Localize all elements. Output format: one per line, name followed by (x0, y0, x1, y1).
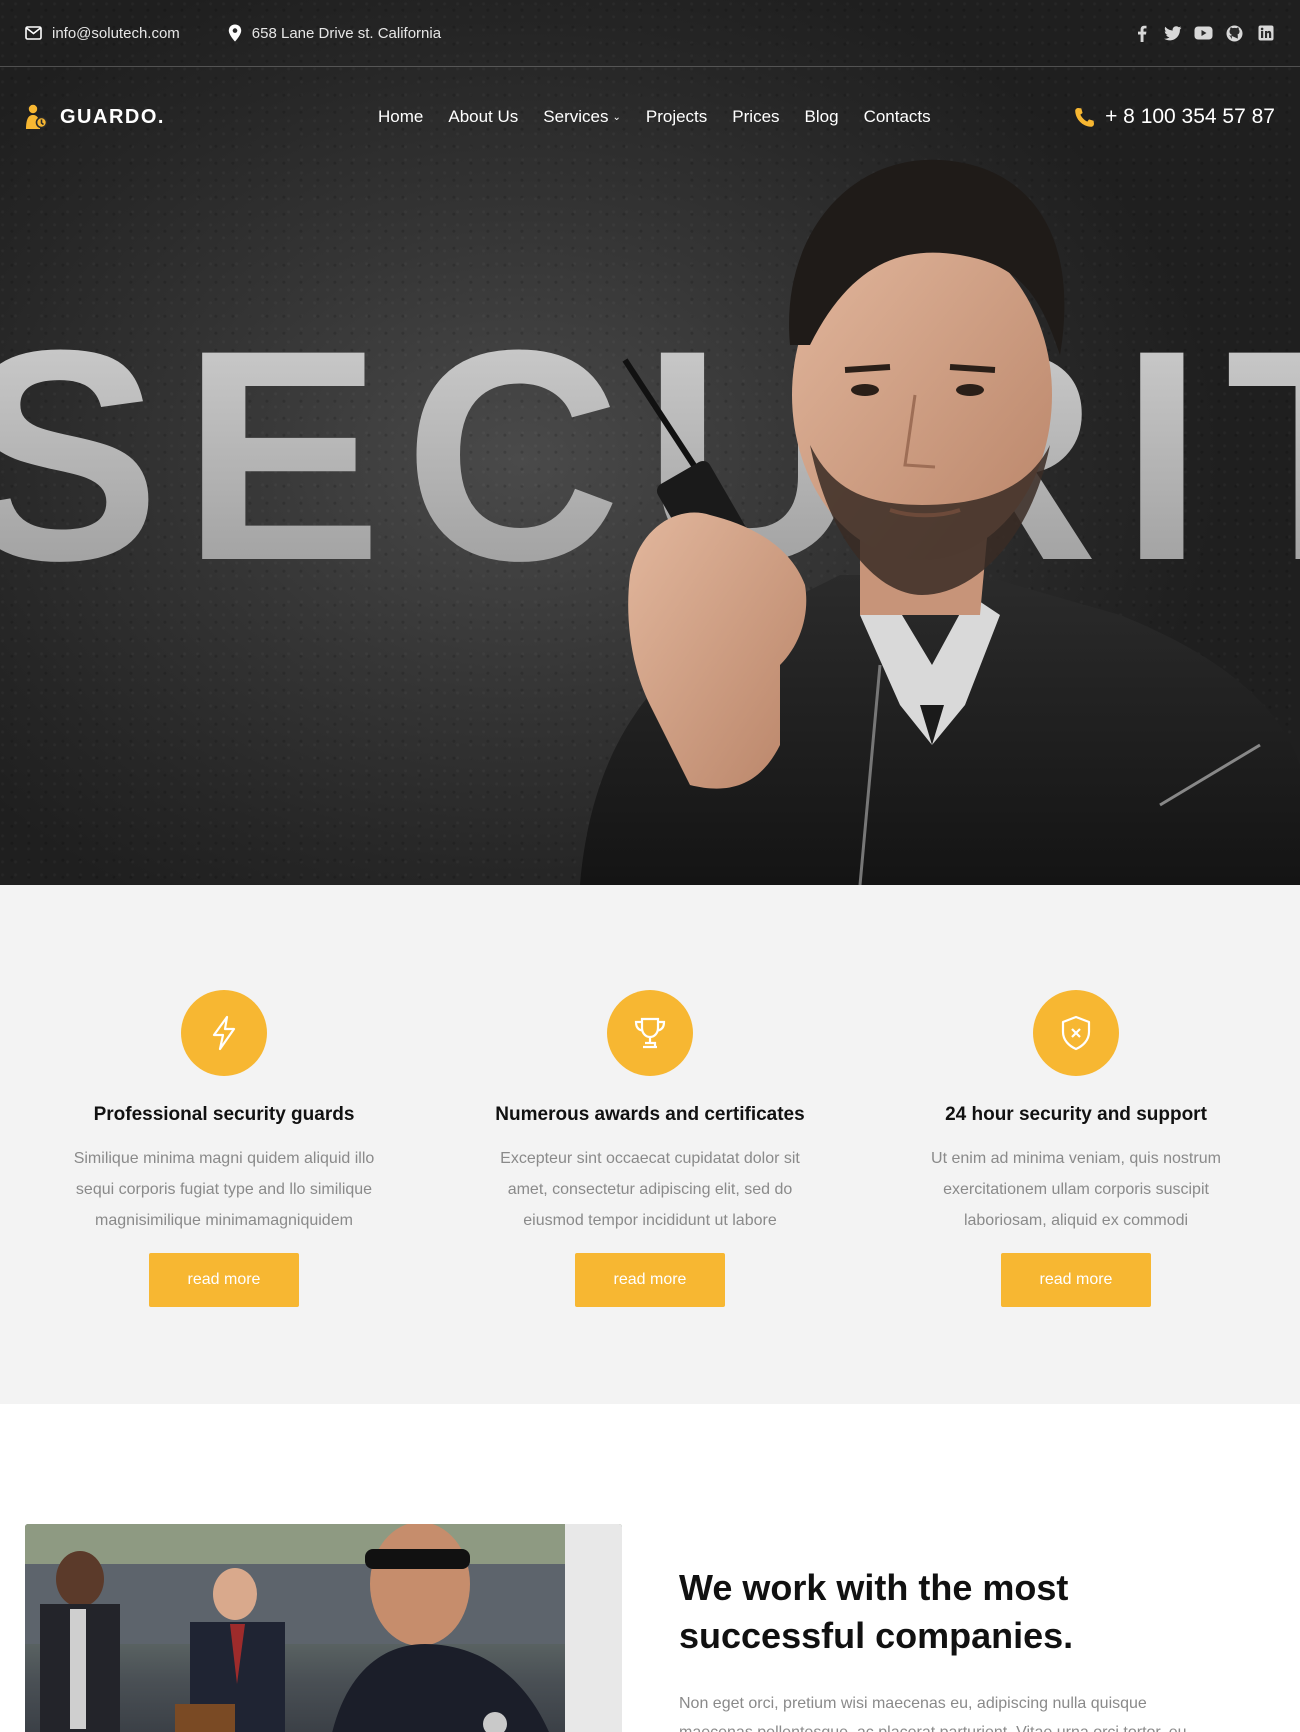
address-text: 658 Lane Drive st. California (251, 24, 442, 42)
feature-title: Numerous awards and certificates (495, 1104, 805, 1125)
twitter-icon[interactable] (1163, 24, 1182, 43)
nav-services-label: Services (543, 107, 609, 126)
nav-home[interactable]: Home (378, 107, 423, 127)
nav-services[interactable]: Services ⌄ (543, 107, 621, 127)
feature-text: Similique minima magni quidem aliquid il… (73, 1150, 375, 1229)
feature-icon-circle (1033, 990, 1119, 1076)
trophy-icon (634, 1017, 666, 1049)
feature-card: 24 hour security and support Ut enim ad … (876, 990, 1276, 1307)
email-text: info@solutech.com (52, 24, 180, 42)
read-more-button[interactable]: read more (575, 1253, 725, 1307)
github-icon[interactable] (1225, 24, 1244, 43)
linkedin-icon[interactable] (1256, 24, 1275, 43)
youtube-icon[interactable] (1194, 24, 1213, 43)
brand-logo[interactable]: GUARDO. (25, 104, 165, 130)
feature-title: Professional security guards (93, 1104, 355, 1125)
read-more-button[interactable]: read more (1001, 1253, 1151, 1307)
about-text: Non eget orci, pretium wisi maecenas eu,… (679, 1695, 1187, 1732)
chevron-down-icon: ⌄ (612, 111, 621, 123)
feature-card: Numerous awards and certificates Excepte… (450, 990, 850, 1307)
main-navbar: GUARDO. Home About Us Services ⌄ Projects… (0, 67, 1300, 167)
logo-text: GUARDO. (60, 105, 165, 128)
about-section: We work with the most successful compani… (0, 1404, 1300, 1732)
read-more-button[interactable]: read more (149, 1253, 299, 1307)
nav-about-us[interactable]: About Us (448, 107, 518, 127)
phone-icon (1075, 107, 1095, 127)
social-links (1132, 24, 1275, 43)
feature-text: Excepteur sint occaecat cupidatat dolor … (500, 1150, 800, 1229)
nav-projects[interactable]: Projects (646, 107, 707, 127)
feature-card: Professional security guards Similique m… (24, 990, 424, 1307)
feature-icon-circle (607, 990, 693, 1076)
shield-icon (1061, 1015, 1091, 1051)
location-pin-icon (228, 24, 241, 42)
email-contact[interactable]: info@solutech.com (25, 25, 180, 42)
about-heading: We work with the most successful compani… (679, 1567, 1074, 1656)
bodyguards-photo (25, 1524, 622, 1732)
nav-blog[interactable]: Blog (805, 107, 839, 127)
nav-contacts[interactable]: Contacts (864, 107, 931, 127)
nav-prices[interactable]: Prices (732, 107, 779, 127)
features-section: Professional security guards Similique m… (0, 885, 1300, 1404)
lightning-icon (212, 1015, 236, 1051)
top-bar: info@solutech.com 658 Lane Drive st. Cal… (0, 0, 1300, 67)
mail-icon (25, 26, 42, 40)
about-photo (25, 1524, 622, 1732)
hero-section: info@solutech.com 658 Lane Drive st. Cal… (0, 0, 1300, 885)
phone-number: + 8 100 354 57 87 (1105, 105, 1275, 128)
main-menu: Home About Us Services ⌄ Projects Prices … (378, 67, 956, 167)
address-contact: 658 Lane Drive st. California (228, 24, 441, 42)
feature-title: 24 hour security and support (945, 1104, 1207, 1125)
facebook-icon[interactable] (1132, 24, 1151, 43)
phone-contact[interactable]: + 8 100 354 57 87 (1074, 105, 1275, 129)
feature-text: Ut enim ad minima veniam, quis nostrum e… (931, 1150, 1221, 1229)
logo-mark-icon (26, 104, 48, 129)
feature-icon-circle (181, 990, 267, 1076)
hero-guard-image (580, 159, 1300, 885)
